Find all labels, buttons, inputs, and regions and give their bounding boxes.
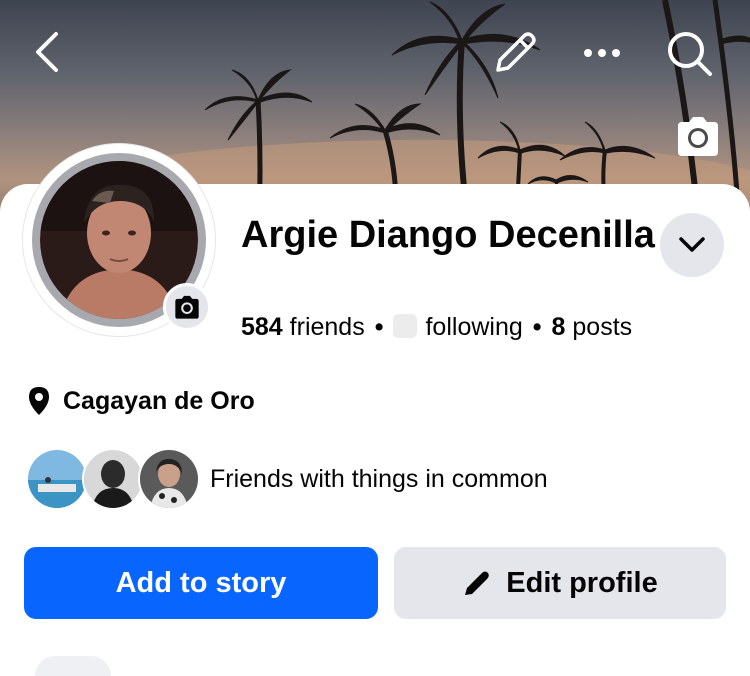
- location-pin-icon: [29, 387, 49, 415]
- profile-name: Argie Diango Decenilla: [241, 214, 655, 256]
- chevron-left-icon: [36, 32, 58, 72]
- following-label: following: [425, 313, 523, 341]
- back-button[interactable]: [30, 30, 66, 79]
- profile-switch-button[interactable]: [660, 213, 724, 277]
- friends-stat[interactable]: 584 friends: [241, 313, 365, 341]
- search-icon: [668, 32, 712, 76]
- more-options-button[interactable]: [580, 38, 624, 73]
- add-to-story-label: Add to story: [115, 566, 287, 599]
- profile-camera-button[interactable]: [163, 283, 211, 331]
- ellipsis-icon: [584, 49, 620, 57]
- friend-avatar-image: [28, 450, 86, 508]
- friend-avatar: [82, 448, 144, 510]
- edit-profile-label: Edit profile: [506, 566, 658, 599]
- separator-dot: •: [374, 313, 384, 341]
- friend-avatar-image: [140, 450, 198, 508]
- add-to-story-button[interactable]: Add to story: [24, 547, 378, 619]
- following-stat[interactable]: following: [393, 313, 523, 341]
- profile-stats: 584 friends • following • 8 posts: [241, 313, 632, 342]
- mutual-friends-row[interactable]: Friends with things in common: [26, 446, 548, 512]
- camera-icon: [678, 117, 718, 156]
- search-button[interactable]: [664, 28, 716, 85]
- chevron-down-icon: [679, 237, 705, 252]
- location-row: Cagayan de Oro: [27, 386, 255, 416]
- cover-camera-button[interactable]: [674, 114, 722, 163]
- mutual-friends-text: Friends with things in common: [210, 464, 548, 493]
- pencil-icon: [496, 32, 536, 72]
- pencil-icon: [465, 571, 490, 595]
- friends-count: 584: [241, 313, 283, 341]
- friend-avatar: [26, 448, 88, 510]
- following-count-placeholder: [393, 314, 418, 338]
- separator-dot: •: [532, 313, 542, 341]
- posts-count: 8: [551, 313, 566, 341]
- edit-cover-button[interactable]: [490, 28, 540, 83]
- edit-profile-button[interactable]: Edit profile: [394, 547, 726, 619]
- friend-avatar-image: [84, 450, 142, 508]
- posts-stat[interactable]: 8 posts: [552, 313, 633, 341]
- camera-icon: [175, 295, 199, 319]
- next-section-peek: [35, 656, 111, 676]
- location-text: Cagayan de Oro: [63, 386, 255, 415]
- posts-label: posts: [572, 313, 633, 341]
- friends-label: friends: [289, 313, 365, 341]
- friend-avatar: [138, 448, 200, 510]
